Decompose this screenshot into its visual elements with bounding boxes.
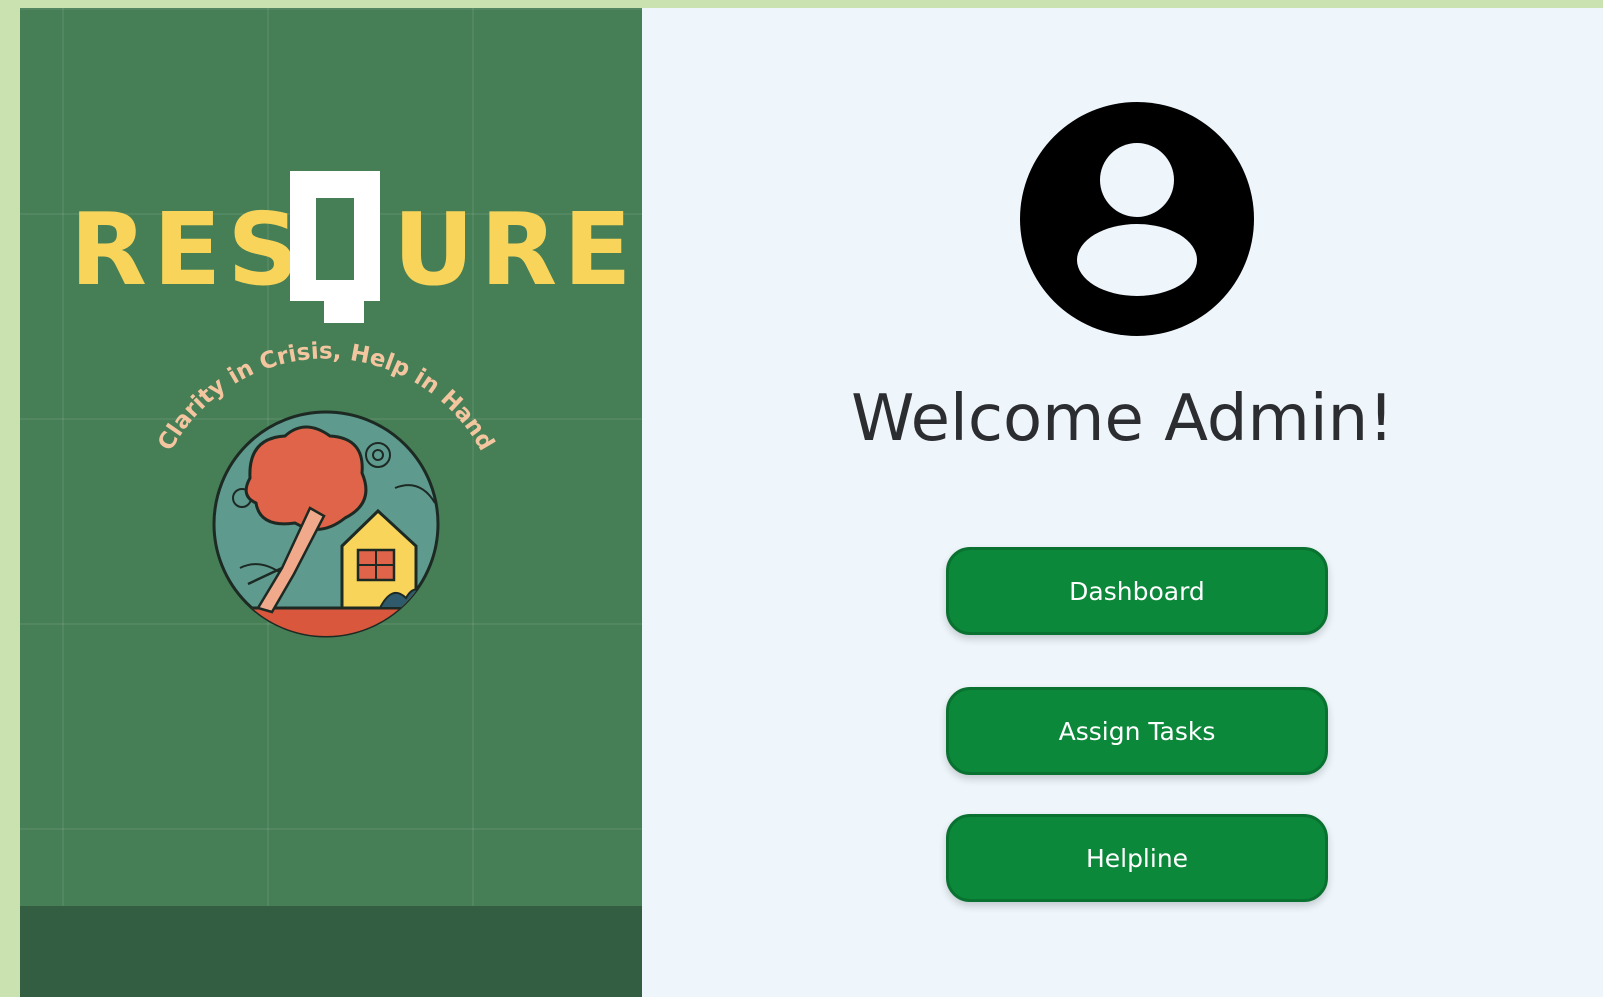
logo-wordmark-left: RES: [70, 191, 305, 308]
main-content: Welcome Admin! Dashboard Assign Tasks He…: [642, 8, 1603, 997]
dashboard-button-label: Dashboard: [1069, 576, 1205, 606]
assign-tasks-button-label: Assign Tasks: [1058, 716, 1216, 746]
logo-q-tail: [324, 293, 364, 323]
storm-house-emblem: [212, 410, 440, 638]
brand-logo: RES URE Clarity in Crisis, Help in Hand: [70, 171, 638, 638]
logo-q-counter: [316, 198, 354, 280]
welcome-heading: Welcome Admin!: [851, 382, 1394, 456]
logo-wordmark-right: URE: [393, 191, 638, 308]
dashboard-button[interactable]: Dashboard: [946, 547, 1328, 635]
brand-panel: RES URE Clarity in Crisis, Help in Hand: [20, 8, 642, 997]
app-frame: RES URE Clarity in Crisis, Help in Hand: [20, 8, 1603, 997]
assign-tasks-button[interactable]: Assign Tasks: [946, 687, 1328, 775]
helpline-button[interactable]: Helpline: [946, 814, 1328, 902]
user-circle-icon: [1020, 102, 1254, 336]
brand-footer: [20, 906, 642, 997]
helpline-button-label: Helpline: [1085, 843, 1189, 873]
